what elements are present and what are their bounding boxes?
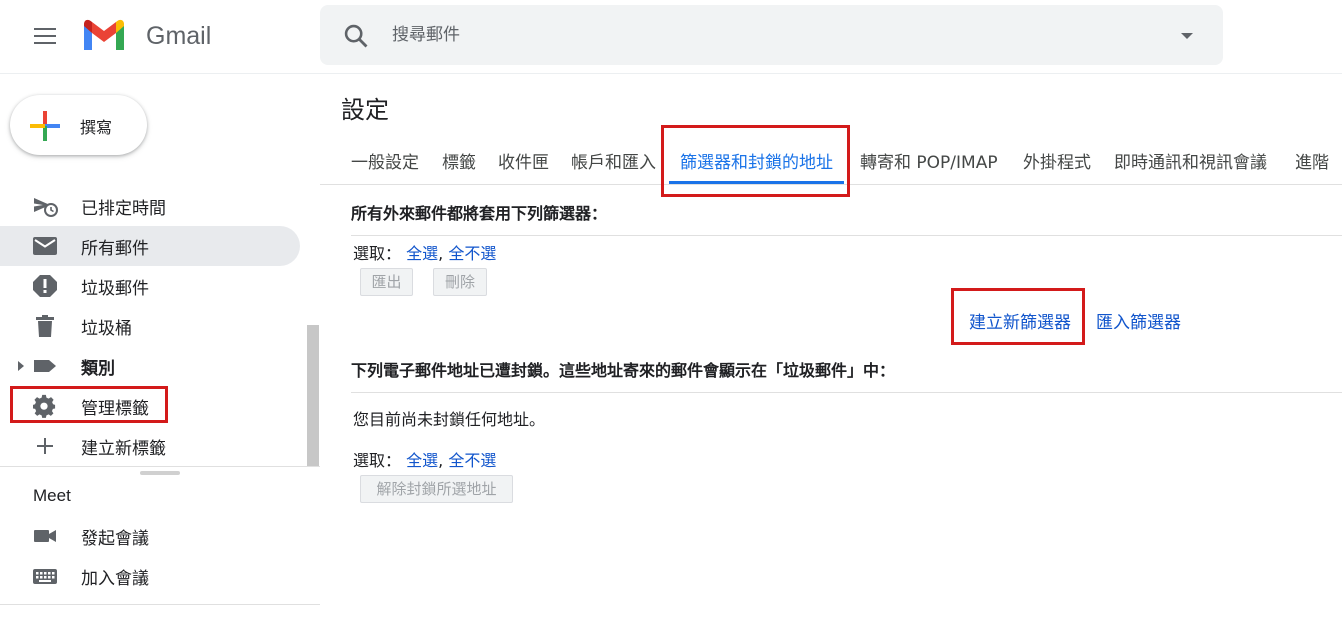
meet-item-join-meeting[interactable]: 加入會議	[0, 556, 300, 596]
sidebar: 撰寫 已排定時間 所有郵件 垃圾郵件 垃圾桶 類別 管理標籤 建立新標籤 Mee…	[0, 75, 320, 621]
meet-item-label: 發起會議	[81, 529, 149, 549]
page-title: 設定	[341, 96, 389, 124]
panel-resize-handle[interactable]	[140, 471, 180, 475]
tab-advanced[interactable]: 進階	[1295, 148, 1329, 173]
sidebar-item-label: 垃圾桶	[81, 319, 132, 339]
gmail-m-icon	[84, 19, 124, 50]
blocked-select-row: 選取： 全選, 全不選	[353, 447, 496, 471]
import-filters-link[interactable]: 匯入篩選器	[1096, 308, 1181, 333]
tab-accounts-import[interactable]: 帳戶和匯入	[571, 148, 656, 173]
select-none-link[interactable]: 全不選	[448, 451, 496, 470]
tab-filters-blocked[interactable]: 篩選器和封鎖的地址	[680, 148, 833, 173]
label-icon	[34, 360, 56, 372]
spam-icon	[33, 275, 57, 297]
compose-plus-icon	[30, 111, 60, 141]
search-bar	[320, 5, 1223, 65]
sidebar-item-label: 垃圾郵件	[81, 279, 149, 299]
sidebar-item-scheduled[interactable]: 已排定時間	[0, 186, 300, 226]
sidebar-scrollbar[interactable]	[307, 325, 319, 467]
hamburger-menu-icon[interactable]	[26, 22, 66, 50]
select-all-link[interactable]: 全選	[406, 451, 438, 470]
plus-icon	[37, 438, 53, 454]
export-button[interactable]: 匯出	[360, 268, 413, 296]
compose-button[interactable]: 撰寫	[10, 95, 147, 155]
gmail-logo[interactable]: Gmail	[80, 16, 230, 56]
blocked-heading: 下列電子郵件地址已遭封鎖。這些地址寄來的郵件會顯示在「垃圾郵件」中：	[351, 361, 896, 380]
gear-icon	[33, 394, 56, 418]
search-input[interactable]	[392, 17, 1152, 53]
video-camera-icon	[34, 530, 56, 542]
tab-addons[interactable]: 外掛程式	[1023, 148, 1091, 173]
sidebar-item-create-label[interactable]: 建立新標籤	[0, 426, 300, 466]
sidebar-item-spam[interactable]: 垃圾郵件	[0, 266, 300, 306]
meet-item-label: 加入會議	[81, 569, 149, 589]
sidebar-item-label: 建立新標籤	[81, 439, 166, 459]
sidebar-item-categories[interactable]: 類別	[0, 346, 300, 386]
search-icon[interactable]	[342, 22, 370, 50]
sidebar-divider	[0, 466, 320, 467]
blocked-empty-note: 您目前尚未封鎖任何地址。	[353, 410, 546, 429]
meet-item-new-meeting[interactable]: 發起會議	[0, 516, 300, 556]
compose-label: 撰寫	[80, 118, 113, 137]
expand-arrow-icon[interactable]	[17, 360, 25, 372]
tab-inbox[interactable]: 收件匣	[498, 148, 549, 173]
select-label: 選取：	[353, 451, 402, 470]
settings-tabs: 一般設定 標籤 收件匣 帳戶和匯入 篩選器和封鎖的地址 轉寄和 POP/IMAP…	[320, 132, 1342, 185]
sidebar-item-label: 類別	[81, 359, 115, 379]
select-label: 選取：	[353, 244, 402, 263]
sidebar-item-label: 所有郵件	[81, 239, 149, 259]
filters-select-row: 選取： 全選, 全不選	[353, 240, 496, 264]
select-all-link[interactable]: 全選	[406, 244, 438, 263]
sidebar-bottom-divider	[0, 604, 320, 605]
tab-forwarding-pop-imap[interactable]: 轉寄和 POP/IMAP	[860, 148, 998, 173]
settings-panel: 設定 一般設定 標籤 收件匣 帳戶和匯入 篩選器和封鎖的地址 轉寄和 POP/I…	[320, 75, 1342, 621]
sidebar-item-label: 已排定時間	[81, 199, 166, 219]
delete-button[interactable]: 刪除	[433, 268, 487, 296]
scheduled-send-icon	[34, 198, 58, 217]
filters-heading: 所有外來郵件都將套用下列篩選器：	[351, 204, 608, 223]
mail-icon	[33, 237, 57, 255]
sidebar-item-label: 管理標籤	[81, 399, 149, 419]
caret-down-icon[interactable]	[1178, 27, 1196, 45]
sidebar-scroll-fade	[0, 169, 320, 177]
select-separator: ,	[438, 244, 444, 263]
sidebar-item-manage-labels[interactable]: 管理標籤	[0, 386, 300, 426]
sidebar-item-all-mail[interactable]: 所有郵件	[0, 226, 300, 266]
sidebar-item-trash[interactable]: 垃圾桶	[0, 306, 300, 346]
select-separator: ,	[438, 451, 444, 470]
app-header: Gmail	[0, 0, 1342, 74]
tab-general[interactable]: 一般設定	[351, 148, 419, 173]
active-tab-indicator	[669, 181, 844, 184]
gmail-logo-text: Gmail	[146, 22, 212, 50]
meet-section-title: Meet	[33, 486, 71, 505]
unblock-selected-button[interactable]: 解除封鎖所選地址	[360, 475, 513, 503]
create-filter-link[interactable]: 建立新篩選器	[969, 308, 1071, 333]
filters-divider	[351, 235, 1342, 236]
blocked-divider	[351, 392, 1342, 393]
keyboard-icon	[33, 569, 57, 584]
select-none-link[interactable]: 全不選	[448, 244, 496, 263]
tab-labels[interactable]: 標籤	[442, 148, 476, 173]
trash-icon	[36, 315, 54, 337]
tab-chat-meet[interactable]: 即時通訊和視訊會議	[1114, 148, 1267, 173]
